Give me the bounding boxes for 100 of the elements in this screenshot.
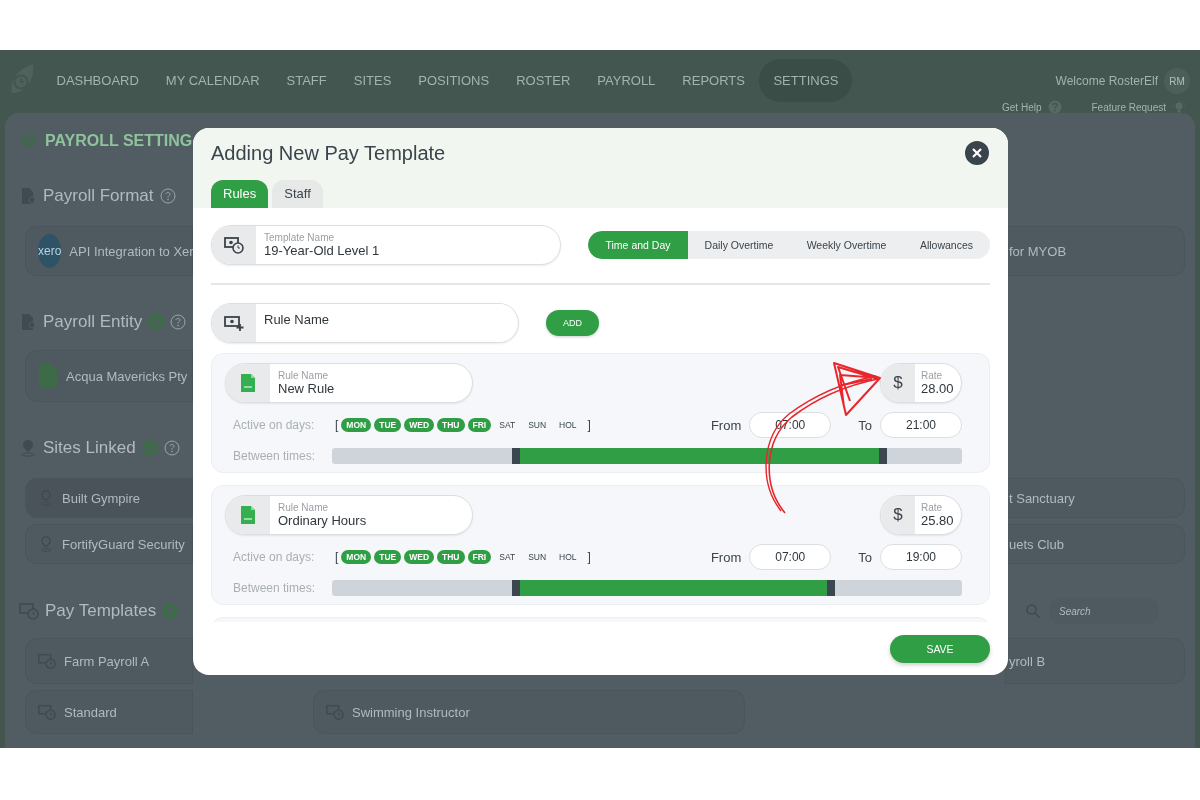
template-name: yroll B <box>1009 653 1046 669</box>
day-toggle[interactable]: FRI <box>467 550 492 564</box>
template-name-field[interactable]: Template Name 19-Year-Old Level 1 <box>211 225 561 265</box>
field-value: Ordinary Hours <box>278 513 367 528</box>
days-label: Active on days: <box>232 550 316 564</box>
welcome-text: Welcome RosterElf <box>1055 74 1158 88</box>
help-icon[interactable] <box>159 187 176 204</box>
bracket-mark: [ <box>335 418 339 432</box>
integration-card[interactable]: xero API Integration to Xer <box>25 226 193 276</box>
day-toggle[interactable]: MON <box>341 550 372 564</box>
to-time-field[interactable]: 19:00 <box>880 544 962 570</box>
page-title: PAYROLL SETTING <box>45 131 193 150</box>
template-card[interactable]: Swimming Instructor <box>313 690 745 734</box>
site-name: Built Gympire <box>62 490 141 506</box>
site-name: uets Club <box>1009 536 1064 552</box>
nav-link[interactable]: ROSTER <box>503 62 583 98</box>
search-field[interactable]: Search <box>1005 595 1185 627</box>
template-card[interactable]: Standard <box>25 690 193 734</box>
day-toggle[interactable]: TUE <box>374 418 402 432</box>
day-toggle[interactable]: SUN <box>523 550 552 564</box>
day-toggle[interactable]: SUN <box>523 418 552 432</box>
day-toggle[interactable]: MON <box>341 418 372 432</box>
to-time-field[interactable]: 21:00 <box>880 412 962 438</box>
rate-field[interactable]: $ Rate 25.80 <box>880 495 962 535</box>
from-label: From <box>710 417 742 433</box>
rule-name-field[interactable]: Rule Name <box>211 303 519 343</box>
day-toggle[interactable]: SAT <box>494 418 521 432</box>
nav-link[interactable]: REPORTS <box>669 62 758 98</box>
bracket-mark: ] <box>587 418 591 432</box>
times-label: Between times: <box>232 580 317 595</box>
money-clock-icon <box>224 235 244 255</box>
nav-link[interactable]: PAYROLL <box>584 62 668 98</box>
range-handle[interactable] <box>511 447 520 464</box>
range-handle[interactable] <box>511 579 520 596</box>
template-name: Standard <box>64 704 117 720</box>
day-toggle[interactable]: HOL <box>554 550 582 564</box>
range-handle[interactable] <box>879 447 888 464</box>
nav-link[interactable]: SETTINGS <box>759 58 853 102</box>
day-toggle[interactable]: WED <box>404 418 435 432</box>
template-card[interactable]: yroll B <box>1005 638 1185 684</box>
feature-request-link[interactable]: Feature Request <box>1091 101 1166 113</box>
rule-type-option[interactable]: Daily Overtime <box>688 231 790 259</box>
xero-logo: xero <box>38 234 62 268</box>
day-toggle[interactable]: HOL <box>554 418 582 432</box>
bracket-mark: ] <box>587 550 591 564</box>
rule-type-option[interactable]: Weekly Overtime <box>790 231 903 259</box>
integration-name: for MYOB <box>1009 243 1067 259</box>
nav-link[interactable]: DASHBOARD <box>44 62 152 98</box>
times-label: Between times: <box>232 448 317 463</box>
template-name: Swimming Instructor <box>352 704 470 720</box>
to-label: To <box>858 549 872 565</box>
save-button[interactable]: SAVE <box>890 634 990 663</box>
close-button[interactable] <box>965 141 989 165</box>
nav-link[interactable]: MY CALENDAR <box>153 62 273 98</box>
get-help-link[interactable]: Get Help <box>1002 101 1042 113</box>
field-label: Rule Name <box>278 370 330 381</box>
site-card[interactable]: uets Club <box>1005 524 1185 564</box>
close-icon <box>971 147 983 159</box>
rule-type-option[interactable]: Allowances <box>903 231 990 259</box>
day-toggle[interactable]: WED <box>404 550 435 564</box>
nav-link[interactable]: STAFF <box>274 62 340 98</box>
site-card[interactable]: FortifyGuard Security <box>25 524 193 564</box>
day-toggle[interactable]: TUE <box>374 550 402 564</box>
site-name: FortifyGuard Security <box>62 536 185 552</box>
day-toggle[interactable]: THU <box>437 550 465 564</box>
field-value: 19-Year-Old Level 1 <box>264 243 380 258</box>
rule-name-field[interactable]: Rule Name New Rule <box>225 363 473 403</box>
rule-name-field[interactable]: Rule Name Ordinary Hours <box>225 495 473 535</box>
add-button[interactable]: ADD <box>546 310 599 336</box>
field-value: 25.80 <box>921 513 954 528</box>
user-avatar[interactable]: RM <box>1164 68 1190 94</box>
from-time-field[interactable]: 07:00 <box>749 544 832 570</box>
from-label: From <box>710 549 742 565</box>
dialog-tab[interactable]: Rules <box>211 180 269 208</box>
days-label: Active on days: <box>232 418 316 432</box>
day-toggle[interactable]: SAT <box>494 550 521 564</box>
template-card[interactable]: Farm Payroll A <box>25 638 193 684</box>
nav-link[interactable]: SITES <box>341 62 404 98</box>
rate-field[interactable]: $ Rate 28.00 <box>880 363 962 403</box>
nav-link[interactable]: POSITIONS <box>405 62 502 98</box>
field-label: Template Name <box>264 232 336 243</box>
field-label: Rate <box>921 370 944 381</box>
site-card[interactable]: t Sanctuary <box>1005 478 1185 518</box>
integration-name: API Integration to Xer <box>69 243 194 259</box>
day-toggle[interactable]: FRI <box>467 418 492 432</box>
help-icon[interactable] <box>170 314 187 330</box>
currency-symbol: $ <box>893 505 903 525</box>
money-plus-icon <box>224 313 244 333</box>
integration-card[interactable]: for MYOB <box>1005 226 1185 276</box>
range-handle[interactable] <box>826 579 835 596</box>
section-title: Payroll Format <box>43 185 154 206</box>
site-card[interactable]: Built Gympire <box>25 478 193 518</box>
rule-type-option[interactable]: Time and Day <box>588 231 688 259</box>
dialog-title: Adding New Pay Template <box>211 141 446 165</box>
help-icon[interactable] <box>163 440 180 456</box>
dialog-tab[interactable]: Staff <box>272 180 323 208</box>
entity-card[interactable]: Acqua Mavericks Pty <box>25 350 193 402</box>
to-label: To <box>858 417 872 433</box>
csv-file-icon <box>240 373 256 393</box>
day-toggle[interactable]: THU <box>437 418 465 432</box>
